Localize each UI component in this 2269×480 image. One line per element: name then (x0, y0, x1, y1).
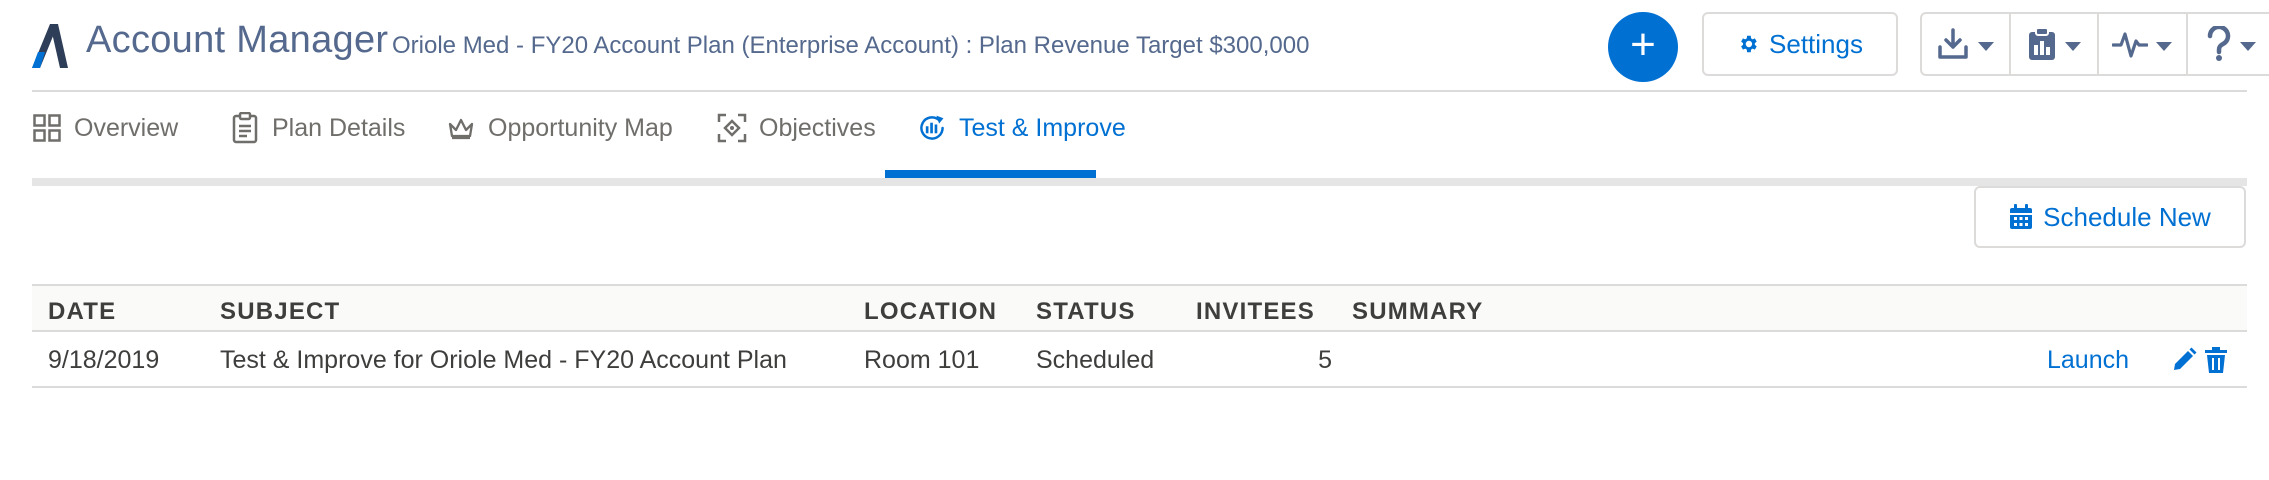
settings-button[interactable]: Settings (1702, 12, 1898, 76)
grid-icon (32, 112, 62, 144)
settings-label: Settings (1769, 28, 1863, 59)
column-header-invitees[interactable]: INVITEES (1196, 298, 1315, 326)
edit-pencil-icon[interactable] (2170, 346, 2198, 374)
target-icon (717, 112, 747, 144)
schedule-new-label: Schedule New (2043, 201, 2211, 232)
tab-label: Test & Improve (959, 114, 1126, 142)
cell-status: Scheduled (1036, 346, 1155, 374)
chevron-down-icon (2239, 41, 2256, 51)
chevron-down-icon (1978, 41, 1995, 51)
cell-date: 9/18/2019 (48, 346, 160, 374)
gear-icon (1741, 35, 1757, 53)
schedule-new-button[interactable]: Schedule New (1974, 186, 2246, 248)
delete-trash-icon[interactable] (2204, 346, 2228, 374)
tab-overview[interactable]: Overview (32, 114, 178, 178)
tab-label: Objectives (759, 114, 876, 142)
utility-toolbar (1920, 12, 2269, 76)
tab-label: Opportunity Map (488, 114, 673, 142)
app-title: Account Manager (86, 19, 389, 61)
table-row: 9/18/2019 Test & Improve for Oriole Med … (32, 332, 2247, 388)
activity-menu-button[interactable] (2099, 14, 2188, 74)
crown-icon (446, 112, 476, 144)
column-header-status[interactable]: STATUS (1036, 298, 1136, 326)
tab-divider (32, 178, 2247, 186)
tab-test-improve[interactable]: Test & Improve (917, 114, 1126, 178)
calendar-icon (2010, 204, 2033, 229)
add-button[interactable]: + (1608, 12, 1678, 82)
test-improve-icon (917, 112, 947, 144)
active-tab-indicator (885, 170, 1096, 178)
tab-label: Plan Details (272, 114, 406, 142)
cell-subject: Test & Improve for Oriole Med - FY20 Acc… (220, 346, 787, 374)
cell-location: Room 101 (864, 346, 980, 374)
help-menu-button[interactable] (2188, 14, 2269, 74)
activity-pulse-icon (2112, 32, 2149, 58)
clipboard-icon (230, 112, 260, 144)
launch-link[interactable]: Launch (2047, 346, 2129, 375)
table-header: DATE SUBJECT LOCATION STATUS INVITEES SU… (32, 284, 2247, 332)
column-header-subject[interactable]: SUBJECT (220, 298, 340, 326)
tab-plan-details[interactable]: Plan Details (230, 112, 406, 178)
report-menu-button[interactable] (2011, 14, 2099, 74)
column-header-summary[interactable]: SUMMARY (1352, 298, 1484, 326)
plus-icon: + (1630, 20, 1656, 69)
sessions-table: DATE SUBJECT LOCATION STATUS INVITEES SU… (32, 284, 2247, 388)
chevron-down-icon (2156, 41, 2173, 51)
tab-bar: Overview Plan Details Opportunity Map Ob… (32, 92, 2247, 178)
cell-invitees: 5 (1318, 346, 1332, 374)
chevron-down-icon (2064, 41, 2081, 51)
download-menu-button[interactable] (1922, 14, 2011, 74)
download-icon (1938, 28, 1968, 59)
help-question-icon (2207, 26, 2230, 61)
column-header-date[interactable]: DATE (48, 298, 116, 326)
clipboard-report-icon (2028, 27, 2055, 60)
column-header-location[interactable]: LOCATION (864, 298, 997, 326)
tab-opportunity-map[interactable]: Opportunity Map (446, 114, 673, 178)
tab-label: Overview (74, 114, 179, 142)
app-logo-icon (32, 24, 68, 68)
plan-title: Oriole Med - FY20 Account Plan (Enterpri… (392, 32, 1310, 59)
tab-objectives[interactable]: Objectives (717, 112, 876, 178)
app-header: Account Manager Oriole Med - FY20 Accoun… (32, 0, 2269, 92)
